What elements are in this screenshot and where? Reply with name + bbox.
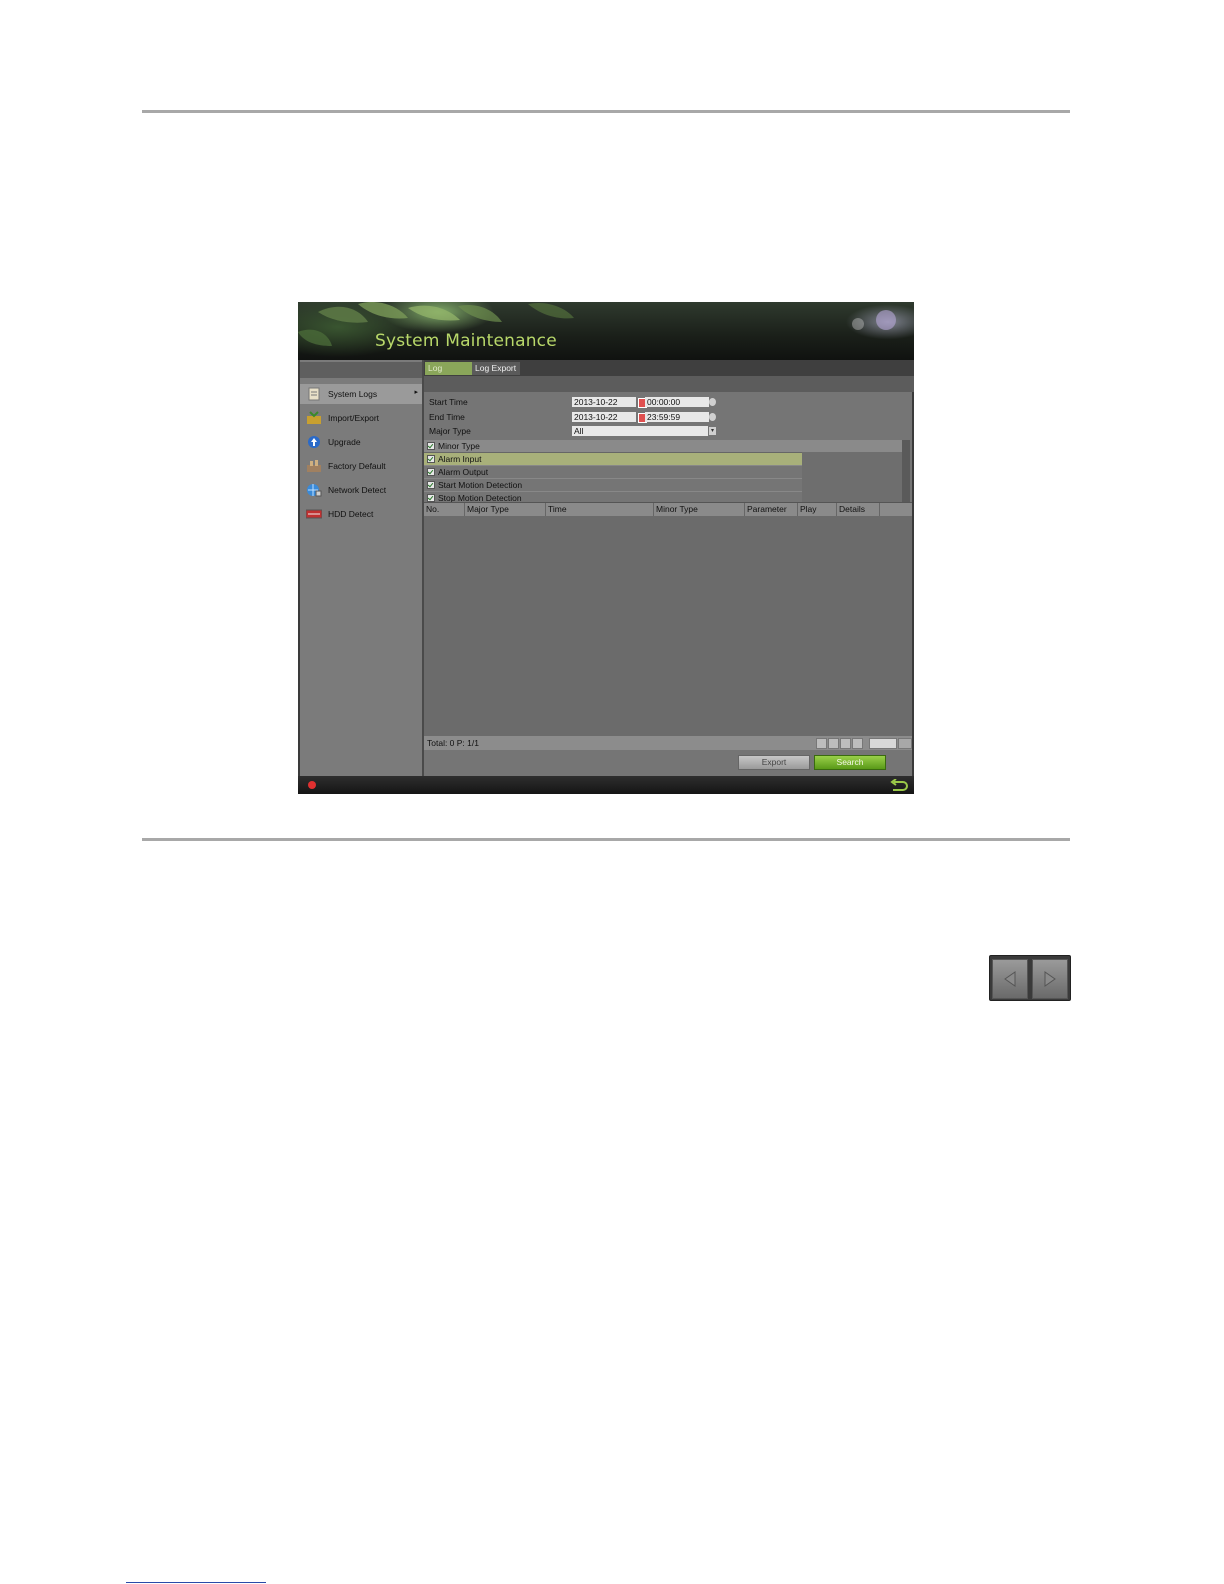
- sidebar-item-label: Factory Default: [328, 461, 386, 471]
- minor-type-list: Minor Type Alarm Input Alarm Output Star…: [424, 440, 912, 502]
- document-icon: [306, 387, 322, 401]
- end-date-field[interactable]: 2013-10-22: [572, 412, 636, 422]
- log-search-panel: Start Time 2013-10-22 00:00:00 End Time …: [424, 392, 912, 776]
- list-item[interactable]: Stop Motion Detection: [424, 492, 802, 502]
- major-type-select[interactable]: All: [572, 426, 708, 436]
- column-minor-type[interactable]: Minor Type: [653, 503, 744, 516]
- page-input[interactable]: [869, 738, 897, 749]
- first-page-button[interactable]: [816, 738, 827, 749]
- network-icon: [306, 483, 322, 497]
- sidebar-item-system-logs[interactable]: System Logs ▸: [300, 384, 422, 404]
- next-button[interactable]: [1032, 959, 1068, 999]
- list-item-label: Alarm Input: [438, 454, 482, 464]
- sidebar-item-label: Import/Export: [328, 413, 380, 423]
- status-bar: [298, 776, 914, 794]
- list-item-label: Start Motion Detection: [438, 480, 523, 490]
- prev-page-button[interactable]: [828, 738, 839, 749]
- sidebar-item-upgrade[interactable]: Upgrade: [300, 432, 422, 452]
- footnote-line: [126, 1582, 266, 1583]
- sidebar-item-label: Network Detect: [328, 485, 387, 495]
- clock-icon[interactable]: [709, 413, 716, 421]
- pager: [816, 738, 864, 749]
- system-maintenance-window: System Maintenance System Logs ▸ Import/…: [298, 302, 914, 794]
- import-export-icon: [306, 411, 322, 425]
- scrollbar[interactable]: [902, 440, 910, 502]
- chevron-right-icon: ▸: [414, 389, 418, 396]
- checkbox[interactable]: [427, 481, 435, 489]
- sub-header-bar: [424, 376, 914, 392]
- last-page-button[interactable]: [852, 738, 863, 749]
- list-item[interactable]: Alarm Output: [424, 466, 802, 479]
- back-icon[interactable]: [890, 779, 908, 791]
- title-banner: System Maintenance: [298, 302, 914, 360]
- start-time-field[interactable]: 00:00:00: [645, 397, 709, 407]
- column-details[interactable]: Details: [836, 503, 879, 516]
- sidebar-item-import-export[interactable]: Import/Export: [300, 408, 422, 428]
- sidebar-item-label: System Logs: [328, 389, 378, 399]
- total-count: Total: 0 P: 1/1: [427, 738, 479, 748]
- sidebar: System Logs ▸ Import/Export Upgrade Fact…: [300, 360, 424, 776]
- hdd-icon: [306, 507, 322, 521]
- sidebar-item-factory-default[interactable]: Factory Default: [300, 456, 422, 476]
- record-icon: [308, 781, 316, 789]
- sidebar-item-label: HDD Detect: [328, 509, 374, 519]
- factory-default-icon: [306, 459, 322, 473]
- column-no[interactable]: No.: [424, 503, 464, 516]
- start-time-label: Start Time: [429, 397, 468, 407]
- sidebar-item-label: Upgrade: [328, 437, 361, 447]
- minor-type-header[interactable]: Minor Type: [424, 440, 802, 453]
- end-time-field[interactable]: 23:59:59: [645, 412, 709, 422]
- column-spacer: [879, 503, 913, 516]
- table-footer: Total: 0 P: 1/1: [424, 736, 912, 750]
- list-item[interactable]: Start Motion Detection: [424, 479, 802, 492]
- triangle-left-icon: [1004, 971, 1016, 987]
- column-time[interactable]: Time: [545, 503, 653, 516]
- end-time-label: End Time: [429, 412, 465, 422]
- column-parameter[interactable]: Parameter: [744, 503, 797, 516]
- log-table-body: [424, 516, 912, 736]
- next-page-button[interactable]: [840, 738, 851, 749]
- bottom-divider: [142, 838, 1070, 841]
- list-item-label: Stop Motion Detection: [438, 493, 522, 502]
- column-major-type[interactable]: Major Type: [464, 503, 545, 516]
- checkbox[interactable]: [427, 442, 435, 450]
- sidebar-header: [300, 362, 422, 378]
- start-date-field[interactable]: 2013-10-22: [572, 397, 636, 407]
- triangle-right-icon: [1044, 971, 1056, 987]
- export-button[interactable]: Export: [738, 755, 810, 770]
- minor-list-right-pane: [802, 440, 902, 502]
- clock-icon[interactable]: [709, 398, 716, 406]
- list-item[interactable]: Alarm Input: [424, 453, 802, 466]
- prev-button[interactable]: [992, 959, 1028, 999]
- top-divider: [142, 110, 1070, 113]
- page-nav-buttons: [989, 955, 1071, 1001]
- upgrade-icon: [306, 435, 322, 449]
- checkbox[interactable]: [427, 494, 435, 502]
- chevron-down-icon[interactable]: ▾: [709, 427, 716, 435]
- search-button[interactable]: Search: [814, 755, 886, 770]
- tab-log-export[interactable]: Log Export: [472, 362, 520, 375]
- minor-type-header-label: Minor Type: [438, 441, 480, 451]
- checkbox[interactable]: [427, 468, 435, 476]
- log-table-header: No. Major Type Time Minor Type Parameter…: [424, 502, 912, 517]
- sidebar-item-hdd-detect[interactable]: HDD Detect: [300, 504, 422, 524]
- app-title: System Maintenance: [375, 331, 557, 351]
- tab-bar: Log Search Log Export: [424, 360, 914, 386]
- checkbox[interactable]: [427, 455, 435, 463]
- list-item-label: Alarm Output: [438, 467, 489, 477]
- go-button[interactable]: [898, 738, 912, 749]
- column-play[interactable]: Play: [797, 503, 836, 516]
- sidebar-item-network-detect[interactable]: Network Detect: [300, 480, 422, 500]
- tab-log-search[interactable]: Log Search: [425, 362, 473, 386]
- major-type-label: Major Type: [429, 426, 471, 436]
